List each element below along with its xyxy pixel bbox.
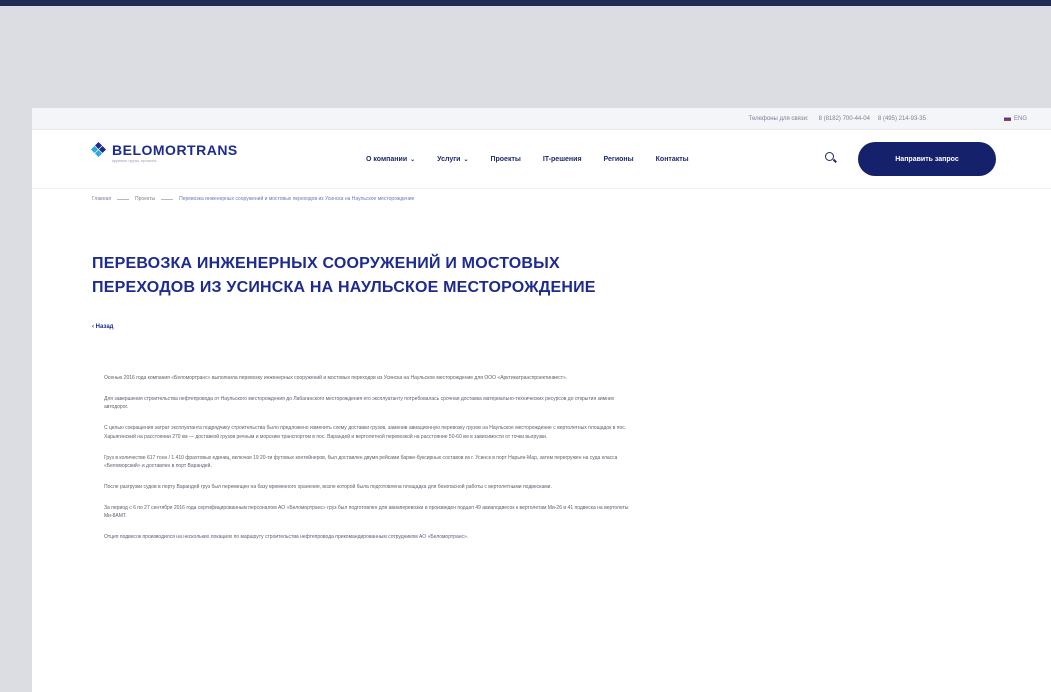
breadcrumb: Главная Проекты Перевозка инженерных соо…: [92, 196, 414, 202]
nav-item-label: Регионы: [603, 155, 634, 163]
phone-link-2[interactable]: 8 (495) 214-93-35: [878, 116, 926, 122]
search-icon[interactable]: [825, 152, 837, 164]
logo-icon: [90, 141, 107, 158]
nav-item-contacts[interactable]: Контакты: [656, 156, 689, 163]
article-paragraph: Осенью 2016 года компания «Беломортранс»…: [104, 375, 568, 381]
site-logo[interactable]: BELOMORTRANS крупные грузы, проекты: [90, 141, 238, 164]
article-body: Осенью 2016 года компания «Беломортранс»…: [104, 374, 634, 554]
breadcrumb-home[interactable]: Главная: [92, 196, 111, 202]
article-paragraph: За период с 6 по 27 сентября 2016 года с…: [104, 504, 629, 520]
breadcrumb-projects[interactable]: Проекты: [135, 196, 155, 202]
chevron-down-icon: ⌄: [463, 156, 469, 163]
nav-item-label: IT-решения: [542, 155, 582, 163]
page-title: Перевозка инженерных сооружений и мостов…: [92, 255, 596, 296]
browser-page: Телефоны для связи: 8 (8182) 700-44-04 8…: [32, 108, 1051, 692]
language-label: ENG: [1013, 115, 1027, 122]
chevron-left-icon: ‹: [92, 324, 94, 330]
breadcrumb-separator: [117, 198, 130, 200]
language-switch[interactable]: ENG: [1003, 115, 1027, 122]
chevron-down-icon: ⌄: [410, 156, 416, 163]
back-link[interactable]: ‹ Назад: [92, 324, 113, 330]
nav-item-label: О компании: [366, 155, 408, 163]
logo-name: BELOMORTRANS: [112, 142, 238, 158]
article-paragraph: Для завершения строительства нефтепровод…: [104, 395, 615, 411]
nav-item-regions[interactable]: Регионы: [604, 156, 634, 163]
nav-item-it-solutions[interactable]: IT-решения: [543, 156, 582, 163]
nav-item-about[interactable]: О компании ⌄: [366, 156, 415, 163]
nav-item-label: Контакты: [655, 155, 689, 163]
nav-item-label: Проекты: [490, 155, 521, 163]
phone-link-1[interactable]: 8 (8182) 700-44-04: [819, 116, 870, 122]
article-paragraph: После разгрузки судов в порту Варандей г…: [104, 483, 552, 490]
nav-item-services[interactable]: Услуги ⌄: [437, 156, 468, 163]
send-request-button[interactable]: Направить запрос: [858, 142, 996, 176]
nav-item-projects[interactable]: Проекты: [490, 156, 520, 163]
nav-item-label: Услуги: [437, 155, 461, 163]
breadcrumb-current: Перевозка инженерных сооружений и мостов…: [179, 196, 415, 202]
back-link-label: Назад: [95, 324, 114, 330]
logo-tagline: крупные грузы, проекты: [112, 158, 157, 163]
article-paragraph: Груз в количестве 617 тонн / 1 410 фрахт…: [104, 454, 618, 470]
breadcrumb-separator: [161, 198, 174, 200]
phones-label: Телефоны для связи:: [748, 115, 809, 122]
article-paragraph: С целью сокращения затрат эксплуатанта п…: [104, 425, 627, 440]
top-dark-strip: [0, 0, 1051, 6]
article-paragraph: Отцеп подвесок производился на нескольки…: [104, 534, 469, 541]
utility-bar: Телефоны для связи: 8 (8182) 700-44-04 8…: [32, 108, 1051, 130]
main-nav: О компании ⌄ Услуги ⌄ Проекты IT-решения…: [366, 130, 711, 188]
flag-icon: [1003, 116, 1011, 121]
